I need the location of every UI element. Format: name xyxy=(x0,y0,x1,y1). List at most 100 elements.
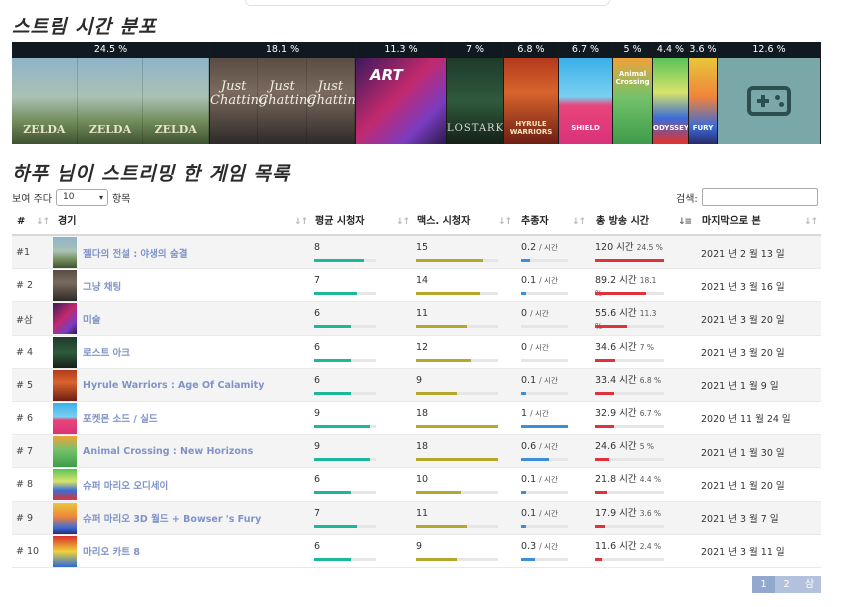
avg-viewers-number: 7 xyxy=(314,507,321,519)
game-cover-thumbnail[interactable] xyxy=(53,303,77,335)
entries-length-control: 보여 주다 10 ▾ 항목 xyxy=(12,189,130,206)
col-total-time[interactable]: 총 방송 시간 xyxy=(596,208,649,236)
segment-percent-label: 24.5 % xyxy=(12,42,209,58)
game-cover-thumbnail[interactable] xyxy=(53,237,77,268)
total-time-percent: 5 % xyxy=(639,442,654,452)
total-time: 21.8 시간 4.4 % xyxy=(595,473,664,495)
sort-avg-icon[interactable]: ↓↑ xyxy=(396,208,410,236)
search-input[interactable] xyxy=(701,188,818,206)
followers-bar-fill xyxy=(521,292,526,296)
followers-number: 0 xyxy=(521,341,528,353)
game-cover-thumbnail[interactable] xyxy=(53,270,77,302)
total-time-bar-track xyxy=(595,292,664,296)
table-row[interactable]: # 6 포켓몬 소드 / 실드 9 18 1 / 시간 32.9 시간 6.7 % 2020… xyxy=(12,402,821,436)
followers: 0.6 / 시간 xyxy=(521,440,568,462)
game-cover-thumbnail[interactable] xyxy=(53,436,77,468)
followers-bar-track xyxy=(521,524,568,528)
game-link[interactable]: 포켓몬 소드 / 실드 xyxy=(83,402,158,435)
max-viewers-bar-track xyxy=(416,358,498,362)
total-time-percent: 24.5 % xyxy=(636,243,663,252)
sort-game-icon[interactable]: ↓↑ xyxy=(294,208,308,236)
table-row[interactable]: #1 젤다의 전설 : 야생의 숨결 8 15 0.2 / 시간 120 시간 24.5 … xyxy=(12,236,821,270)
table-row[interactable]: #삼 미술 6 11 0 / 시간 55.6 시간 11.3 % 2021 년 3 월 20… xyxy=(12,302,821,336)
avg-viewers: 9 xyxy=(314,407,376,428)
game-link[interactable]: Animal Crossing : New Horizons xyxy=(83,435,253,468)
distribution-segment-pokemon[interactable]: 6.7 % SHIELD xyxy=(559,42,613,144)
table-row[interactable]: # 4 로스트 아크 6 12 0 / 시간 34.6 시간 7 % 2021 년 3 월 … xyxy=(12,336,821,369)
col-last-seen[interactable]: 마지막으로 본 xyxy=(702,208,761,236)
sort-last-seen-icon[interactable]: ↓↑ xyxy=(804,208,818,236)
game-cover-thumbnail[interactable] xyxy=(53,535,77,567)
page-button-2[interactable]: 2 xyxy=(775,576,798,593)
avg-viewers-value: 7 xyxy=(314,274,376,287)
page-button-1[interactable]: 1 xyxy=(752,576,775,593)
game-link[interactable]: 그냥 채팅 xyxy=(83,269,121,302)
table-row[interactable]: # 2 그냥 채팅 7 14 0.1 / 시간 89.2 시간 18.1 % 2021 년 … xyxy=(12,269,821,303)
total-time-bar-fill xyxy=(595,325,627,329)
total-time-percent: 4.4 % xyxy=(639,475,662,485)
game-link[interactable]: 슈퍼 마리오 3D 월드 + Bowser 's Fury xyxy=(83,502,261,535)
distribution-segment-mario3d[interactable]: 3.6 % FURY xyxy=(689,42,718,144)
sort-total-time-icon[interactable]: ↓≡ xyxy=(678,208,692,236)
total-time-value: 24.6 시간 5 % xyxy=(595,440,664,453)
game-link[interactable]: 미술 xyxy=(83,302,100,335)
distribution-segment-hyrule[interactable]: 6.8 % HYRULE WARRIORS xyxy=(504,42,559,144)
avg-viewers: 6 xyxy=(314,307,376,329)
entries-length-select[interactable]: 10 ▾ xyxy=(55,189,108,206)
col-followers[interactable]: 추종자 xyxy=(521,208,549,236)
total-time-number: 17.9 시간 xyxy=(595,507,637,519)
col-max-viewers[interactable]: 맥스. 시청자 xyxy=(417,208,470,236)
game-cover-thumbnail[interactable] xyxy=(53,502,77,534)
max-viewers-number: 9 xyxy=(416,540,423,552)
sort-followers-icon[interactable]: ↓↑ xyxy=(572,208,586,236)
distribution-segment-other[interactable]: 12.6 % xyxy=(718,42,821,144)
followers-unit: / 시간 xyxy=(539,276,558,286)
game-cover-thumbnail[interactable] xyxy=(53,369,77,401)
distribution-segment-lostark[interactable]: 7 % LOSTARK xyxy=(447,42,504,144)
last-seen-date: 2020 년 11 월 24 일 xyxy=(701,414,791,426)
table-row[interactable]: # 7 Animal Crossing : New Horizons 9 18 0.6 … xyxy=(12,435,821,469)
sort-max-icon[interactable]: ↓↑ xyxy=(498,208,512,236)
distribution-segment-art[interactable]: 11.3 % ART xyxy=(356,42,447,144)
avg-viewers-bar-track xyxy=(314,292,376,296)
game-link[interactable]: 로스트 아크 xyxy=(83,336,130,369)
total-time-value: 11.6 시간 2.4 % xyxy=(595,540,664,553)
game-cover-thumbnail[interactable] xyxy=(53,402,77,434)
game-link[interactable]: 슈퍼 마리오 오디세이 xyxy=(83,468,168,501)
game-link[interactable]: 마리오 카트 8 xyxy=(83,535,140,568)
total-time-value: 89.2 시간 18.1 % xyxy=(595,274,664,298)
followers-bar-fill xyxy=(521,524,526,528)
avg-viewers: 6 xyxy=(314,374,376,395)
distribution-segment-animal[interactable]: 5 % Animal Crossing xyxy=(613,42,653,144)
avg-viewers-number: 9 xyxy=(314,441,321,453)
followers-number: 0.6 xyxy=(521,441,537,453)
cover-title-text: ART xyxy=(370,66,403,84)
col-game[interactable]: 경기 xyxy=(58,208,76,236)
followers-unit: / 시간 xyxy=(539,475,558,485)
total-time-bar-fill xyxy=(595,458,609,462)
game-link[interactable]: 젤다의 전설 : 야생의 숨결 xyxy=(83,236,187,269)
total-time-value: 55.6 시간 11.3 % xyxy=(595,307,664,331)
total-time-number: 21.8 시간 xyxy=(595,474,637,486)
followers: 0.1 / 시간 xyxy=(521,374,568,395)
avg-viewers-bar-fill xyxy=(314,391,352,395)
table-row[interactable]: # 8 슈퍼 마리오 오디세이 6 10 0.1 / 시간 21.8 시간 4.4 % 20… xyxy=(12,468,821,502)
page-button-3[interactable]: 삼 xyxy=(798,576,821,593)
col-avg-viewers[interactable]: 평균 시청자 xyxy=(315,208,364,236)
table-row[interactable]: # 9 슈퍼 마리오 3D 월드 + Bowser 's Fury 7 11 0.1 /… xyxy=(12,501,821,535)
max-viewers-number: 18 xyxy=(416,441,429,453)
distribution-segment-odyssey[interactable]: 4.4 % ODYSSEY xyxy=(653,42,689,144)
distribution-segment-zelda[interactable]: 24.5 % ZELDA ZELDA ZELDA xyxy=(12,42,210,144)
followers-bar-track xyxy=(521,391,568,395)
game-cover-thumbnail[interactable] xyxy=(53,469,77,501)
game-cover-thumbnail[interactable] xyxy=(53,336,77,368)
total-time-bar-fill xyxy=(595,424,614,428)
game-link[interactable]: Hyrule Warriors : Age Of Calamity xyxy=(83,369,264,402)
distribution-segment-chatting[interactable]: 18.1 % Just Chatting Just Chatting Just Cha… xyxy=(210,42,356,144)
table-row[interactable]: # 5 Hyrule Warriors : Age Of Calamity 6 9 0.… xyxy=(12,368,821,402)
distribution-title: 스트림 시간 분포 xyxy=(12,16,157,38)
col-rank[interactable]: # xyxy=(17,208,25,236)
segment-percent-label: 7 % xyxy=(447,42,503,58)
sort-rank-icon[interactable]: ↓↑ xyxy=(36,208,50,236)
table-row[interactable]: # 10 마리오 카트 8 6 9 0.3 / 시간 11.6 시간 2.4 % 2021 … xyxy=(12,535,821,568)
